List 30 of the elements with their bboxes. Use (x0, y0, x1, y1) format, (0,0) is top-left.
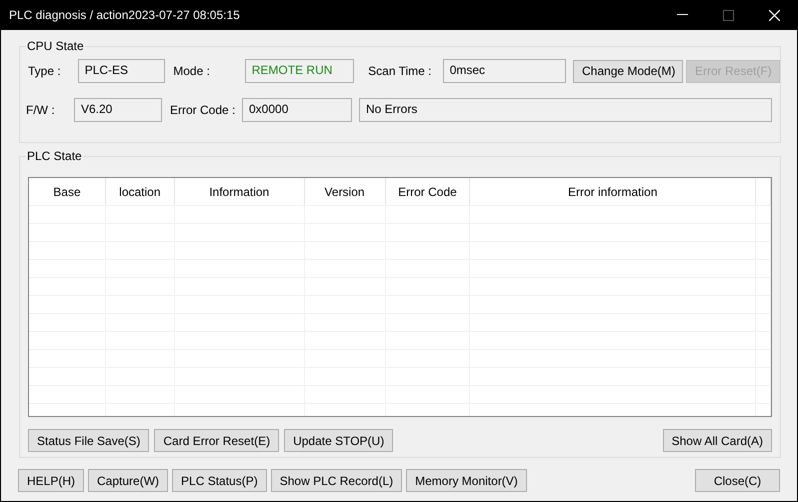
footer-button[interactable]: Memory Monitor(V) (406, 469, 527, 492)
show-all-card-button[interactable]: Show All Card(A) (662, 429, 772, 452)
column-header[interactable]: Version (304, 178, 386, 205)
mode-field: REMOTE RUN (244, 59, 354, 83)
column-header[interactable]: Error Code (386, 178, 470, 205)
column-header[interactable]: Information (174, 178, 305, 205)
minimize-icon[interactable] (676, 14, 688, 16)
field-label: Mode : (173, 64, 211, 78)
window-title: PLC diagnosis / action2023-07-27 08:05:15 (9, 8, 241, 22)
action-button[interactable]: Update STOP(U) (284, 429, 394, 452)
field-label: Type : (28, 64, 62, 78)
maximize-icon[interactable] (722, 10, 734, 20)
close-button[interactable]: Close(C) (695, 469, 780, 492)
close-icon[interactable] (768, 10, 780, 20)
action-button[interactable]: Card Error Reset(E) (154, 429, 280, 452)
field-label: Scan Time : (368, 64, 433, 78)
footer-button[interactable]: PLC Status(P) (172, 469, 267, 492)
footer-button[interactable]: Show PLC Record(L) (270, 469, 402, 492)
column-header[interactable]: Error information (470, 178, 756, 205)
footer-button[interactable]: Capture(W) (88, 469, 168, 492)
change-mode-button[interactable]: Change Mode(M) (573, 60, 683, 82)
message-field: No Errors (359, 98, 772, 122)
field-label: F/W : (26, 103, 56, 117)
field-label: Error Code : (170, 103, 236, 117)
column-header[interactable]: Base (29, 178, 106, 205)
group-title: CPU State (26, 39, 85, 53)
footer-button[interactable]: HELP(H) (18, 469, 84, 492)
column-header[interactable]: location (106, 178, 175, 205)
group-title: PLC State (26, 149, 83, 163)
action-button[interactable]: Status File Save(S) (28, 429, 150, 452)
